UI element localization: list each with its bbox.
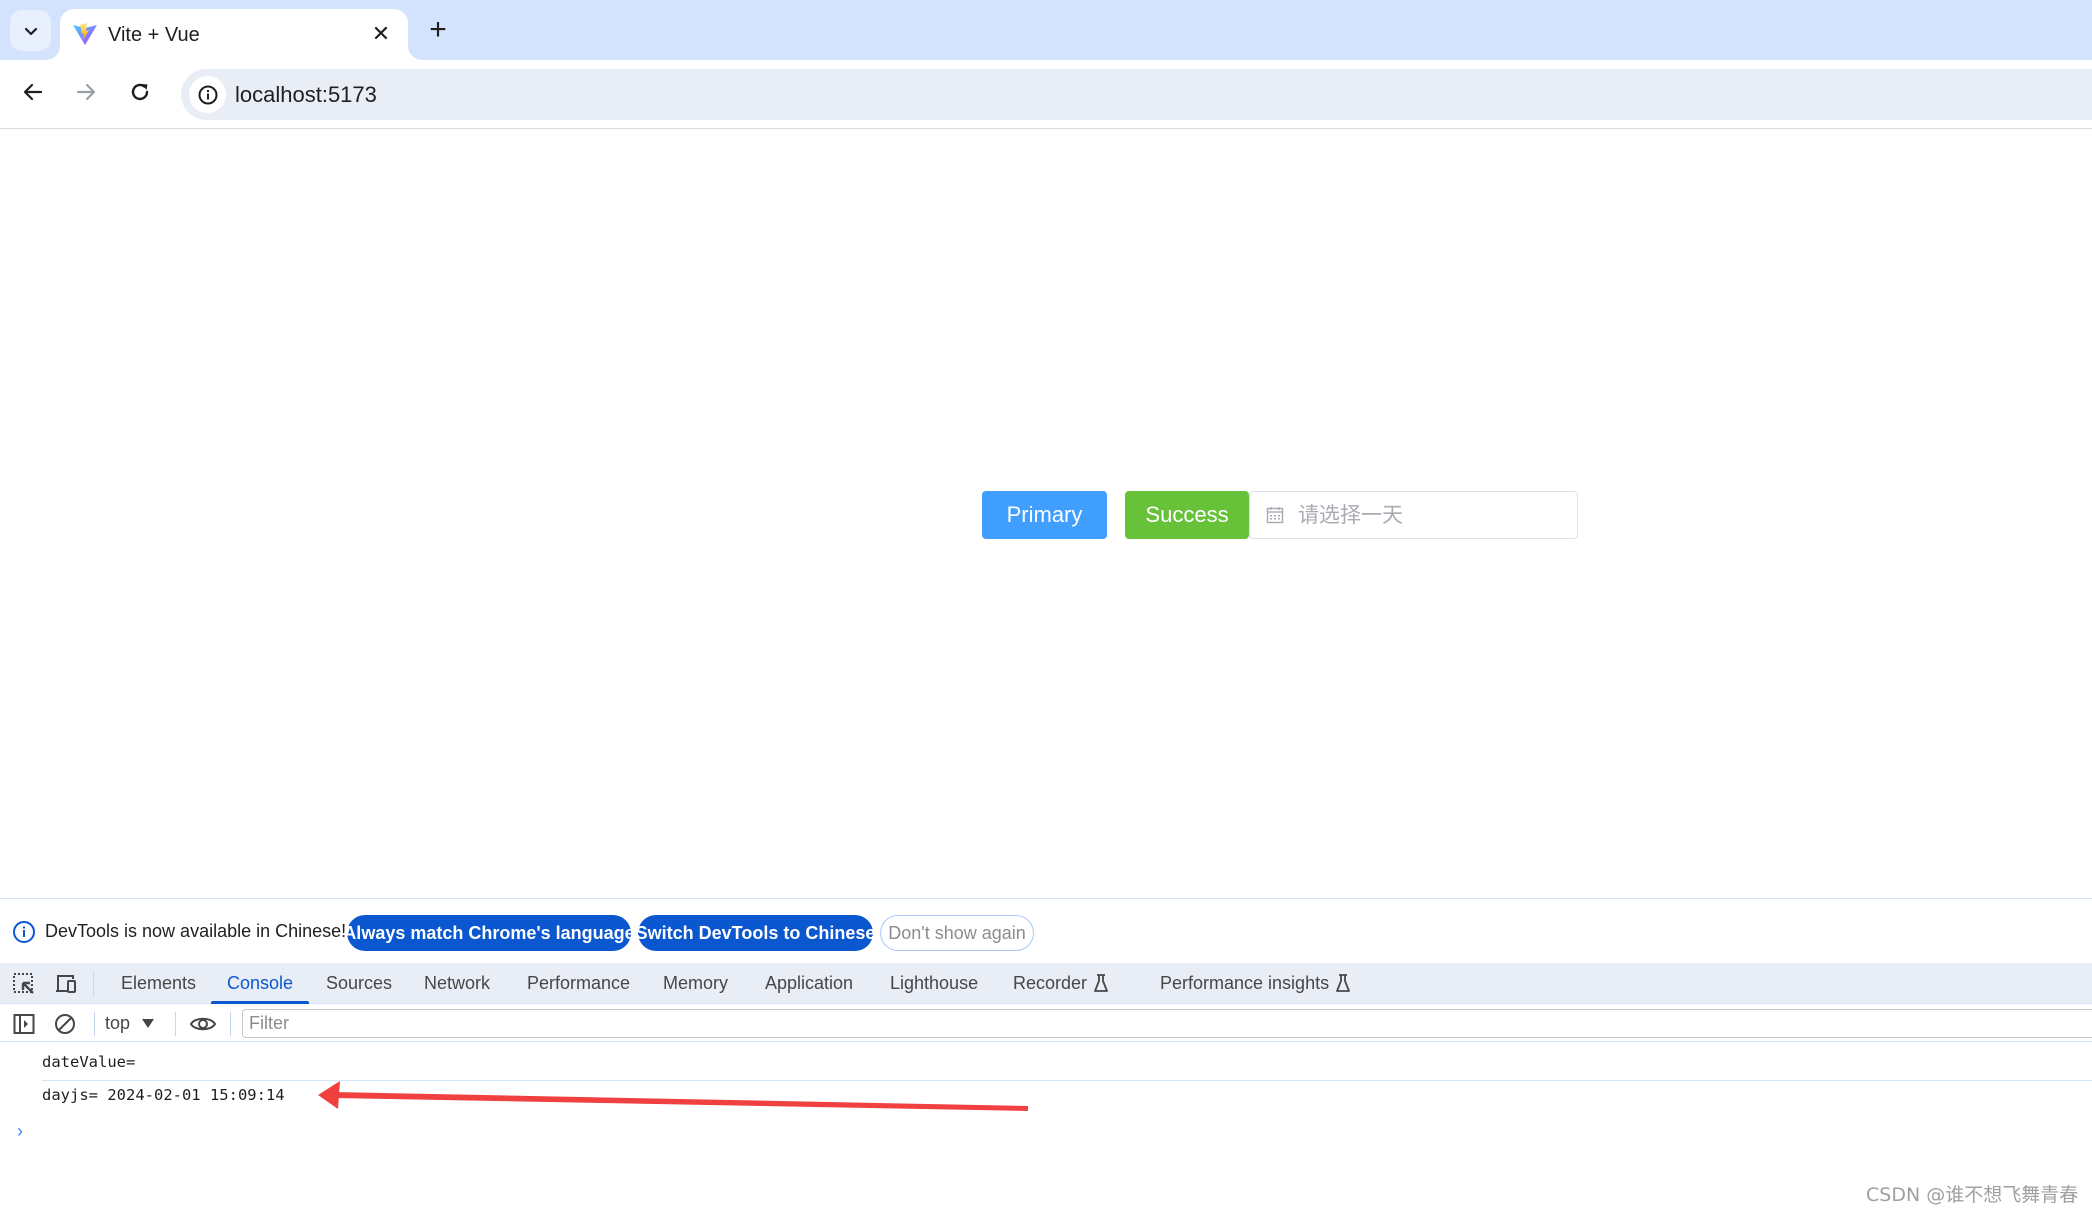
info-icon (198, 85, 217, 104)
tab-lighthouse[interactable]: Lighthouse (890, 963, 978, 1003)
tab-recorder-label: Recorder (1013, 972, 1088, 993)
console-message: dateValue= (42, 1053, 136, 1071)
forward-button[interactable] (68, 74, 104, 110)
tab-network[interactable]: Network (424, 963, 490, 1003)
date-picker[interactable] (1249, 491, 1578, 539)
sidebar-toggle-icon[interactable] (12, 1012, 36, 1036)
clear-console-icon[interactable] (53, 1012, 77, 1036)
plus-icon: + (429, 13, 447, 46)
address-bar[interactable]: localhost:5173 (181, 69, 2092, 120)
new-tab-button[interactable]: + (422, 13, 454, 46)
inspect-element-icon[interactable] (11, 971, 37, 997)
infobar-message: DevTools is now available in Chinese! (45, 921, 347, 941)
browser-tab[interactable]: Vite + Vue ✕ (60, 9, 408, 60)
info-icon (13, 921, 35, 943)
page-viewport: Primary Success (0, 130, 2092, 898)
calendar-icon (1266, 507, 1284, 524)
tab-performance-insights-label: Performance insights (1160, 972, 1330, 993)
devtools-panel: DevTools is now available in Chinese! Al… (0, 898, 2092, 1211)
context-selector[interactable]: top (105, 1010, 155, 1037)
tab-application[interactable]: Application (765, 963, 853, 1003)
tab-recorder[interactable]: Recorder (1013, 963, 1109, 1003)
url-text[interactable]: localhost:5173 (235, 82, 377, 108)
tab-elements[interactable]: Elements (121, 963, 196, 1003)
toolbar-divider (175, 1012, 176, 1036)
console-toolbar: top (0, 1005, 2092, 1042)
tab-title: Vite + Vue (108, 24, 200, 46)
success-button[interactable]: Success (1125, 491, 1249, 539)
language-infobar: DevTools is now available in Chinese! Al… (0, 899, 2092, 963)
tab-sources[interactable]: Sources (326, 963, 392, 1003)
dont-show-again-button[interactable]: Don't show again (880, 915, 1034, 951)
device-toolbar-icon[interactable] (53, 971, 79, 997)
tab-performance-insights[interactable]: Performance insights (1160, 963, 1351, 1003)
tab-strip: Vite + Vue ✕ + (0, 0, 2092, 60)
console-prompt-icon[interactable]: › (17, 1121, 23, 1142)
primary-button[interactable]: Primary (982, 491, 1107, 539)
arrow-right-icon (76, 83, 96, 101)
reload-icon (131, 83, 149, 101)
close-icon[interactable]: ✕ (368, 21, 394, 47)
chevron-down-icon (24, 27, 37, 35)
tab-console[interactable]: Console (210, 963, 310, 1004)
experiment-flask-icon (1336, 974, 1350, 992)
toolbar-divider (230, 1012, 231, 1036)
back-button[interactable] (15, 74, 51, 110)
site-info-button[interactable] (189, 76, 226, 113)
experiment-flask-icon (1094, 974, 1108, 992)
arrow-left-icon (23, 83, 43, 101)
tab-search-button[interactable] (10, 10, 51, 51)
switch-to-chinese-button[interactable]: Switch DevTools to Chinese (636, 915, 875, 951)
always-match-language-button[interactable]: Always match Chrome's language (343, 915, 635, 951)
message-divider (42, 1080, 2092, 1081)
vite-logo-icon (73, 23, 97, 45)
eye-icon[interactable] (189, 1012, 217, 1036)
reload-button[interactable] (122, 74, 158, 110)
context-value: top (105, 1013, 131, 1033)
dropdown-arrow-icon (142, 1019, 155, 1028)
tab-memory[interactable]: Memory (663, 963, 728, 1003)
console-output: dateValue= dayjs= 2024-02-01 15:09:14 › (0, 1043, 2092, 1211)
toolbar-divider (94, 1012, 95, 1036)
console-message: dayjs= 2024-02-01 15:09:14 (42, 1086, 285, 1104)
toolbar-divider (93, 972, 94, 996)
browser-toolbar: localhost:5173 (0, 60, 2092, 129)
date-input[interactable] (1298, 492, 1568, 538)
tab-performance[interactable]: Performance (527, 963, 630, 1003)
devtools-tab-bar: Elements Console Sources Network Perform… (0, 963, 2092, 1004)
console-filter-input[interactable] (242, 1009, 2092, 1038)
watermark: CSDN @谁不想飞舞青春 (1866, 1184, 2079, 1206)
